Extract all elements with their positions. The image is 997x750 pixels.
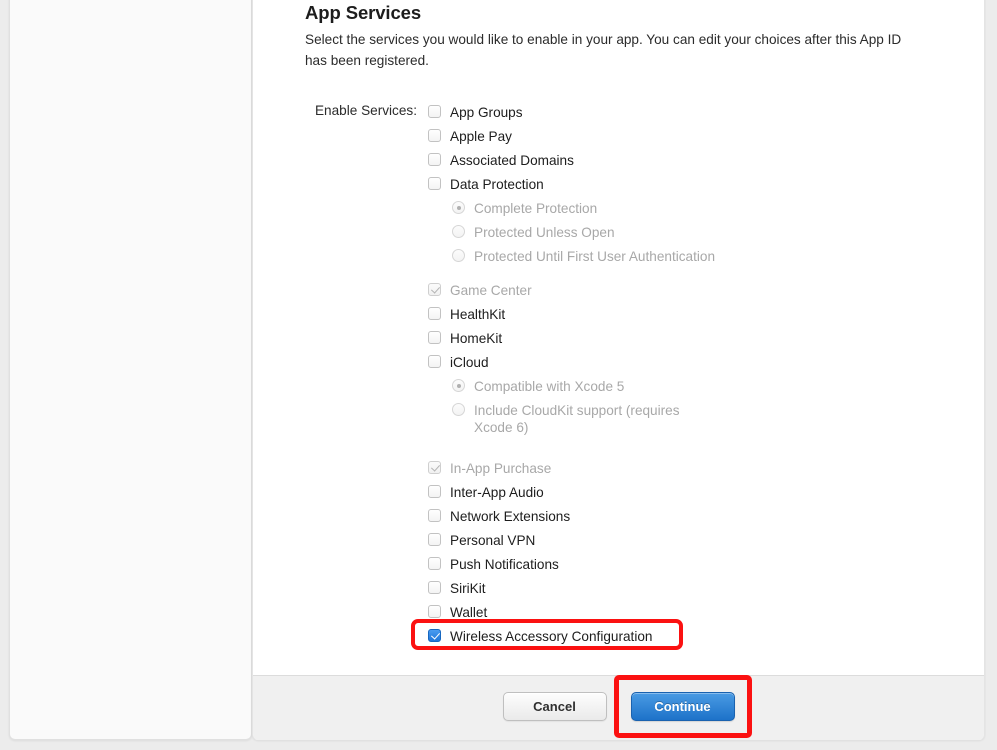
radio-option-label: Compatible with Xcode 5	[474, 379, 625, 394]
service-label: iCloud	[450, 355, 489, 370]
service-label: Associated Domains	[450, 153, 574, 168]
radio-option-protected-until-first-user-authentication: Protected Until First User Authenticatio…	[428, 246, 932, 270]
continue-button-wrapper: Continue	[613, 675, 752, 738]
service-label: Push Notifications	[450, 557, 559, 572]
service-row-wireless-accessory-configuration[interactable]: Wireless Accessory Configuration	[411, 619, 932, 650]
content-area: App Services Select the services you wou…	[253, 0, 984, 650]
service-row-wallet[interactable]: Wallet	[428, 602, 932, 626]
service-row-homekit[interactable]: HomeKit	[428, 328, 932, 352]
radio-empty-icon	[452, 225, 465, 238]
service-row-app-groups[interactable]: App Groups	[428, 102, 932, 126]
radio-selected-icon	[452, 201, 465, 214]
right-gutter	[986, 0, 997, 750]
service-row-icloud[interactable]: iCloud	[428, 352, 932, 376]
checkbox-empty-icon[interactable]	[428, 129, 441, 142]
service-row-associated-domains[interactable]: Associated Domains	[428, 150, 932, 174]
service-label: In-App Purchase	[450, 461, 552, 476]
checkbox-empty-icon[interactable]	[428, 355, 441, 368]
radio-option-label: Complete Protection	[474, 201, 598, 216]
footer-button-group: Cancel Continue	[253, 675, 984, 738]
service-row-healthkit[interactable]: HealthKit	[428, 304, 932, 328]
service-label: Network Extensions	[450, 509, 571, 524]
checkbox-checked-icon	[428, 283, 441, 296]
checkbox-empty-icon[interactable]	[428, 177, 441, 190]
radio-option-label: Include CloudKit support (requires Xcode…	[474, 403, 680, 435]
cancel-button[interactable]: Cancel	[502, 692, 607, 721]
checkbox-empty-icon[interactable]	[428, 509, 441, 522]
checkbox-empty-icon[interactable]	[428, 605, 441, 618]
checkbox-empty-icon[interactable]	[428, 331, 441, 344]
radio-option-complete-protection: Complete Protection	[428, 198, 932, 222]
service-label: SiriKit	[450, 581, 486, 596]
checkbox-empty-icon[interactable]	[428, 581, 441, 594]
service-row-push-notifications[interactable]: Push Notifications	[428, 554, 932, 578]
radio-option-include-cloudkit-support-requires-xcode-6: Include CloudKit support (requires Xcode…	[428, 400, 932, 448]
checkbox-checked-icon	[428, 461, 441, 474]
service-row-network-extensions[interactable]: Network Extensions	[428, 506, 932, 530]
enable-services-label: Enable Services:	[314, 103, 417, 118]
service-label: Apple Pay	[450, 129, 512, 144]
service-label: App Groups	[450, 105, 523, 120]
service-label: Wallet	[450, 605, 488, 620]
service-label: Personal VPN	[450, 533, 536, 548]
radio-selected-icon	[452, 379, 465, 392]
checkbox-empty-icon[interactable]	[428, 485, 441, 498]
service-label: Game Center	[450, 283, 532, 298]
checkbox-empty-icon[interactable]	[428, 105, 441, 118]
radio-empty-icon	[452, 249, 465, 262]
checkbox-empty-icon[interactable]	[428, 557, 441, 570]
dialog-footer: Cancel Continue	[253, 675, 984, 740]
radio-option-compatible-with-xcode-5: Compatible with Xcode 5	[428, 376, 932, 400]
service-row-in-app-purchase: In-App Purchase	[428, 458, 932, 482]
radio-option-label: Protected Unless Open	[474, 225, 615, 240]
checkbox-empty-icon[interactable]	[428, 533, 441, 546]
service-label: HealthKit	[450, 307, 506, 322]
left-sidebar-panel	[9, 0, 252, 740]
radio-option-label: Protected Until First User Authenticatio…	[474, 249, 716, 264]
service-label: Wireless Accessory Configuration	[450, 629, 653, 644]
checkbox-empty-icon[interactable]	[428, 307, 441, 320]
main-content-panel: App Services Select the services you wou…	[252, 0, 985, 740]
services-checkbox-list: App Groups Apple Pay Associated Domains Dat…	[411, 102, 932, 650]
app-services-page: App Services Select the services you wou…	[0, 0, 997, 750]
radio-option-protected-unless-open: Protected Unless Open	[428, 222, 932, 246]
page-title: App Services	[305, 2, 422, 23]
service-label: HomeKit	[450, 331, 503, 346]
page-description: Select the services you would like to en…	[305, 32, 902, 68]
service-row-game-center: Game Center	[428, 280, 932, 304]
enable-services-block: Enable Services: App Groups Apple Pay Asso…	[305, 102, 932, 650]
service-row-apple-pay[interactable]: Apple Pay	[428, 126, 932, 150]
service-row-data-protection[interactable]: Data Protection	[428, 174, 932, 198]
service-row-inter-app-audio[interactable]: Inter-App Audio	[428, 482, 932, 506]
checkbox-checked-icon[interactable]	[428, 629, 441, 642]
service-row-sirikit[interactable]: SiriKit	[428, 578, 932, 602]
service-row-personal-vpn[interactable]: Personal VPN	[428, 530, 932, 554]
radio-empty-icon	[452, 403, 465, 416]
continue-button[interactable]: Continue	[630, 692, 735, 721]
service-label: Inter-App Audio	[450, 485, 544, 500]
checkbox-empty-icon[interactable]	[428, 153, 441, 166]
service-label: Data Protection	[450, 177, 544, 192]
